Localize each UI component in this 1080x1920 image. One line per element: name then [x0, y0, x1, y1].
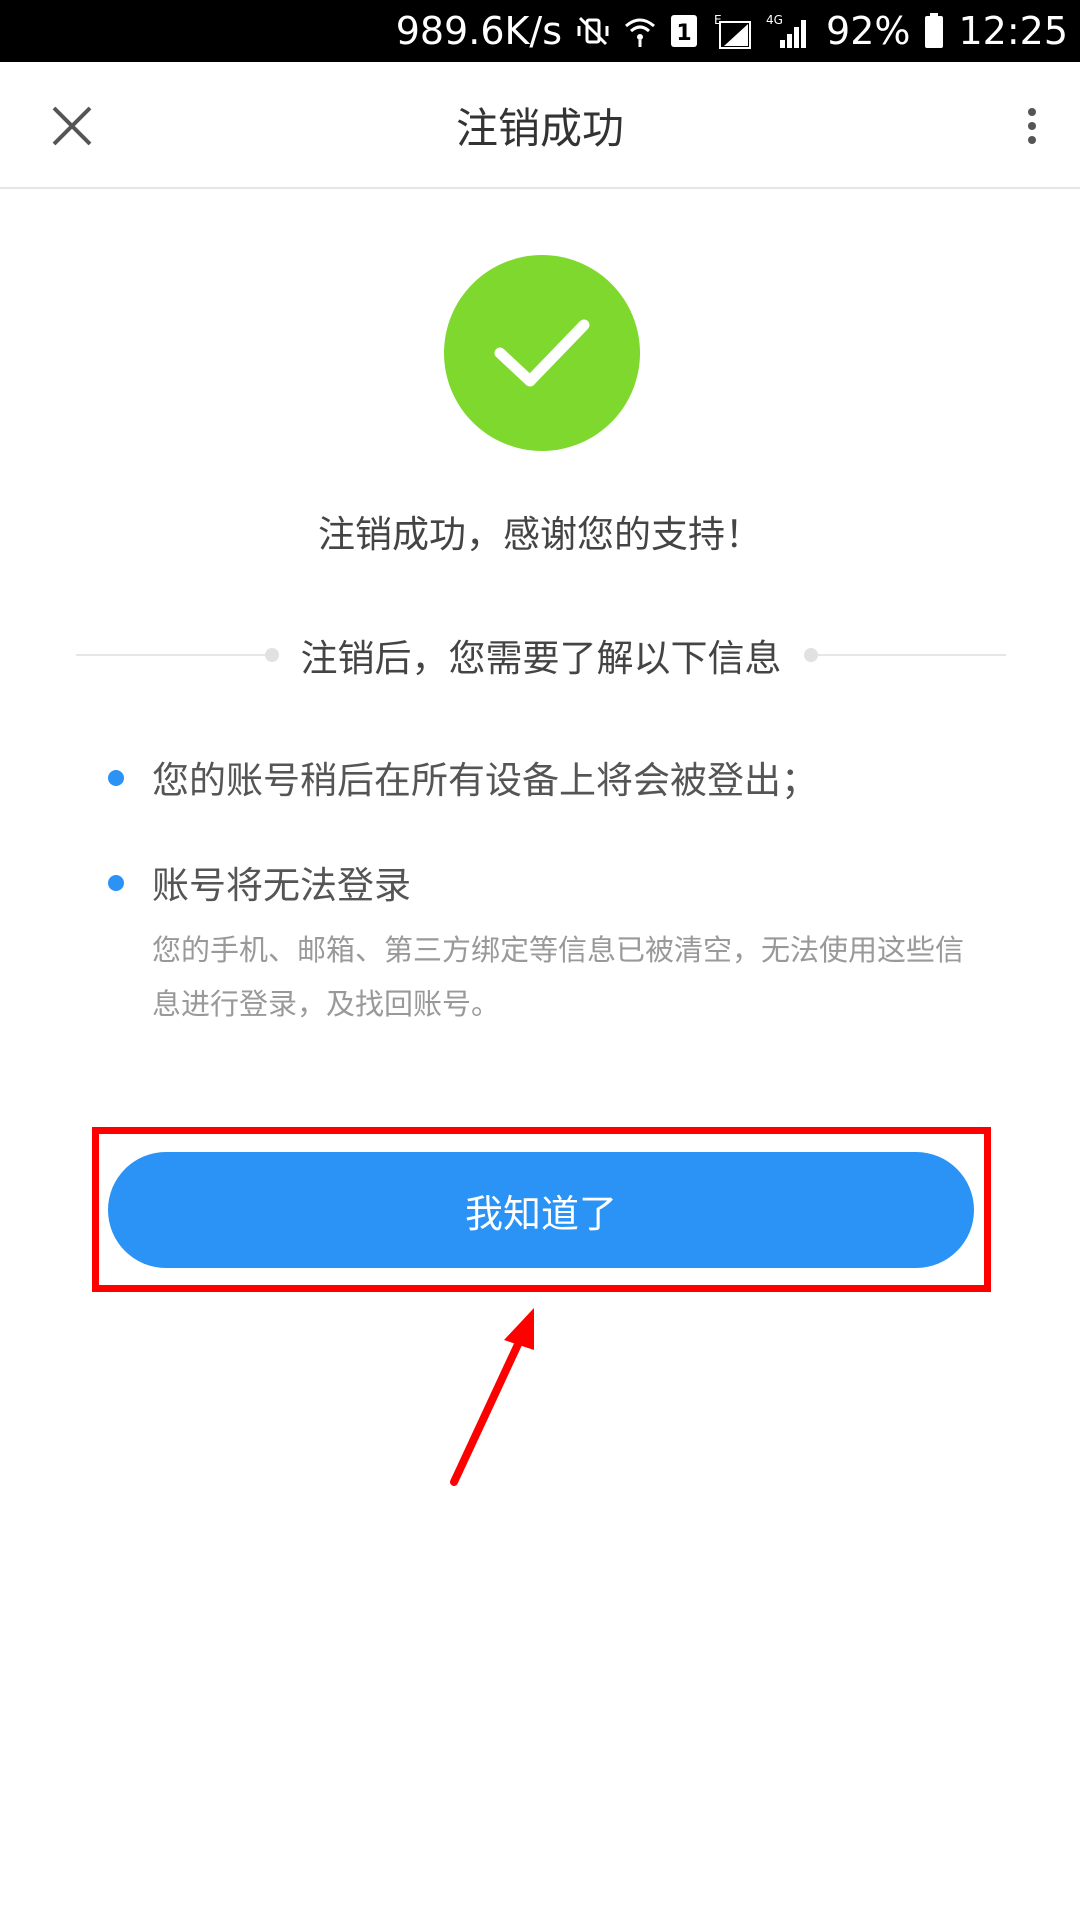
- more-options-button[interactable]: [1012, 100, 1052, 152]
- more-vertical-icon: [1028, 108, 1036, 144]
- notice-heading: 注销后，您需要了解以下信息: [300, 637, 782, 680]
- sim-icon: 1: [670, 14, 698, 48]
- net-speed: 989.6K/s: [395, 9, 563, 53]
- acknowledge-button[interactable]: 我知道了: [108, 1152, 974, 1268]
- divider-line-right: [817, 654, 1006, 656]
- divider-dot-right: [803, 648, 818, 662]
- sim-badge: 1: [676, 21, 691, 46]
- divider-line-left: [76, 654, 265, 656]
- divider-dot-left: [264, 648, 279, 662]
- battery-percent: 92%: [826, 9, 911, 53]
- close-icon: [52, 106, 92, 146]
- notice-item: 您的账号稍后在所有设备上将会被登出；: [108, 750, 988, 810]
- network-4g-label: 4G: [766, 13, 783, 27]
- notice-item: 账号将无法登录 您的手机、邮箱、第三方绑定等信息已被清空，无法使用这些信息进行登…: [108, 855, 988, 1035]
- success-badge: [444, 255, 640, 451]
- title-bar: 注销成功: [0, 62, 1080, 189]
- battery-icon: [924, 13, 944, 49]
- bullet-dot: [108, 770, 124, 786]
- clock: 12:25: [958, 9, 1068, 53]
- bullet-dot: [108, 875, 124, 891]
- notice-item-description: 您的手机、邮箱、第三方绑定等信息已被清空，无法使用这些信息进行登录，及找回账号。: [152, 933, 965, 1021]
- success-message: 注销成功，感谢您的支持！: [318, 513, 762, 556]
- notice-item-title: 账号将无法登录: [152, 864, 411, 907]
- close-button[interactable]: [44, 98, 100, 154]
- notice-item-title: 您的账号稍后在所有设备上将会被登出；: [152, 759, 818, 802]
- wifi-icon: [624, 14, 656, 48]
- signal-e-icon: E: [712, 12, 752, 50]
- status-bar: 989.6K/s 1 E 4G 92% 12:25: [0, 0, 1080, 62]
- signal-4g-icon: 4G: [766, 12, 812, 50]
- mute-vibrate-icon: [576, 14, 610, 48]
- page-title: 注销成功: [455, 104, 624, 153]
- check-icon: [494, 319, 590, 387]
- notice-divider: 注销后，您需要了解以下信息: [76, 630, 1006, 680]
